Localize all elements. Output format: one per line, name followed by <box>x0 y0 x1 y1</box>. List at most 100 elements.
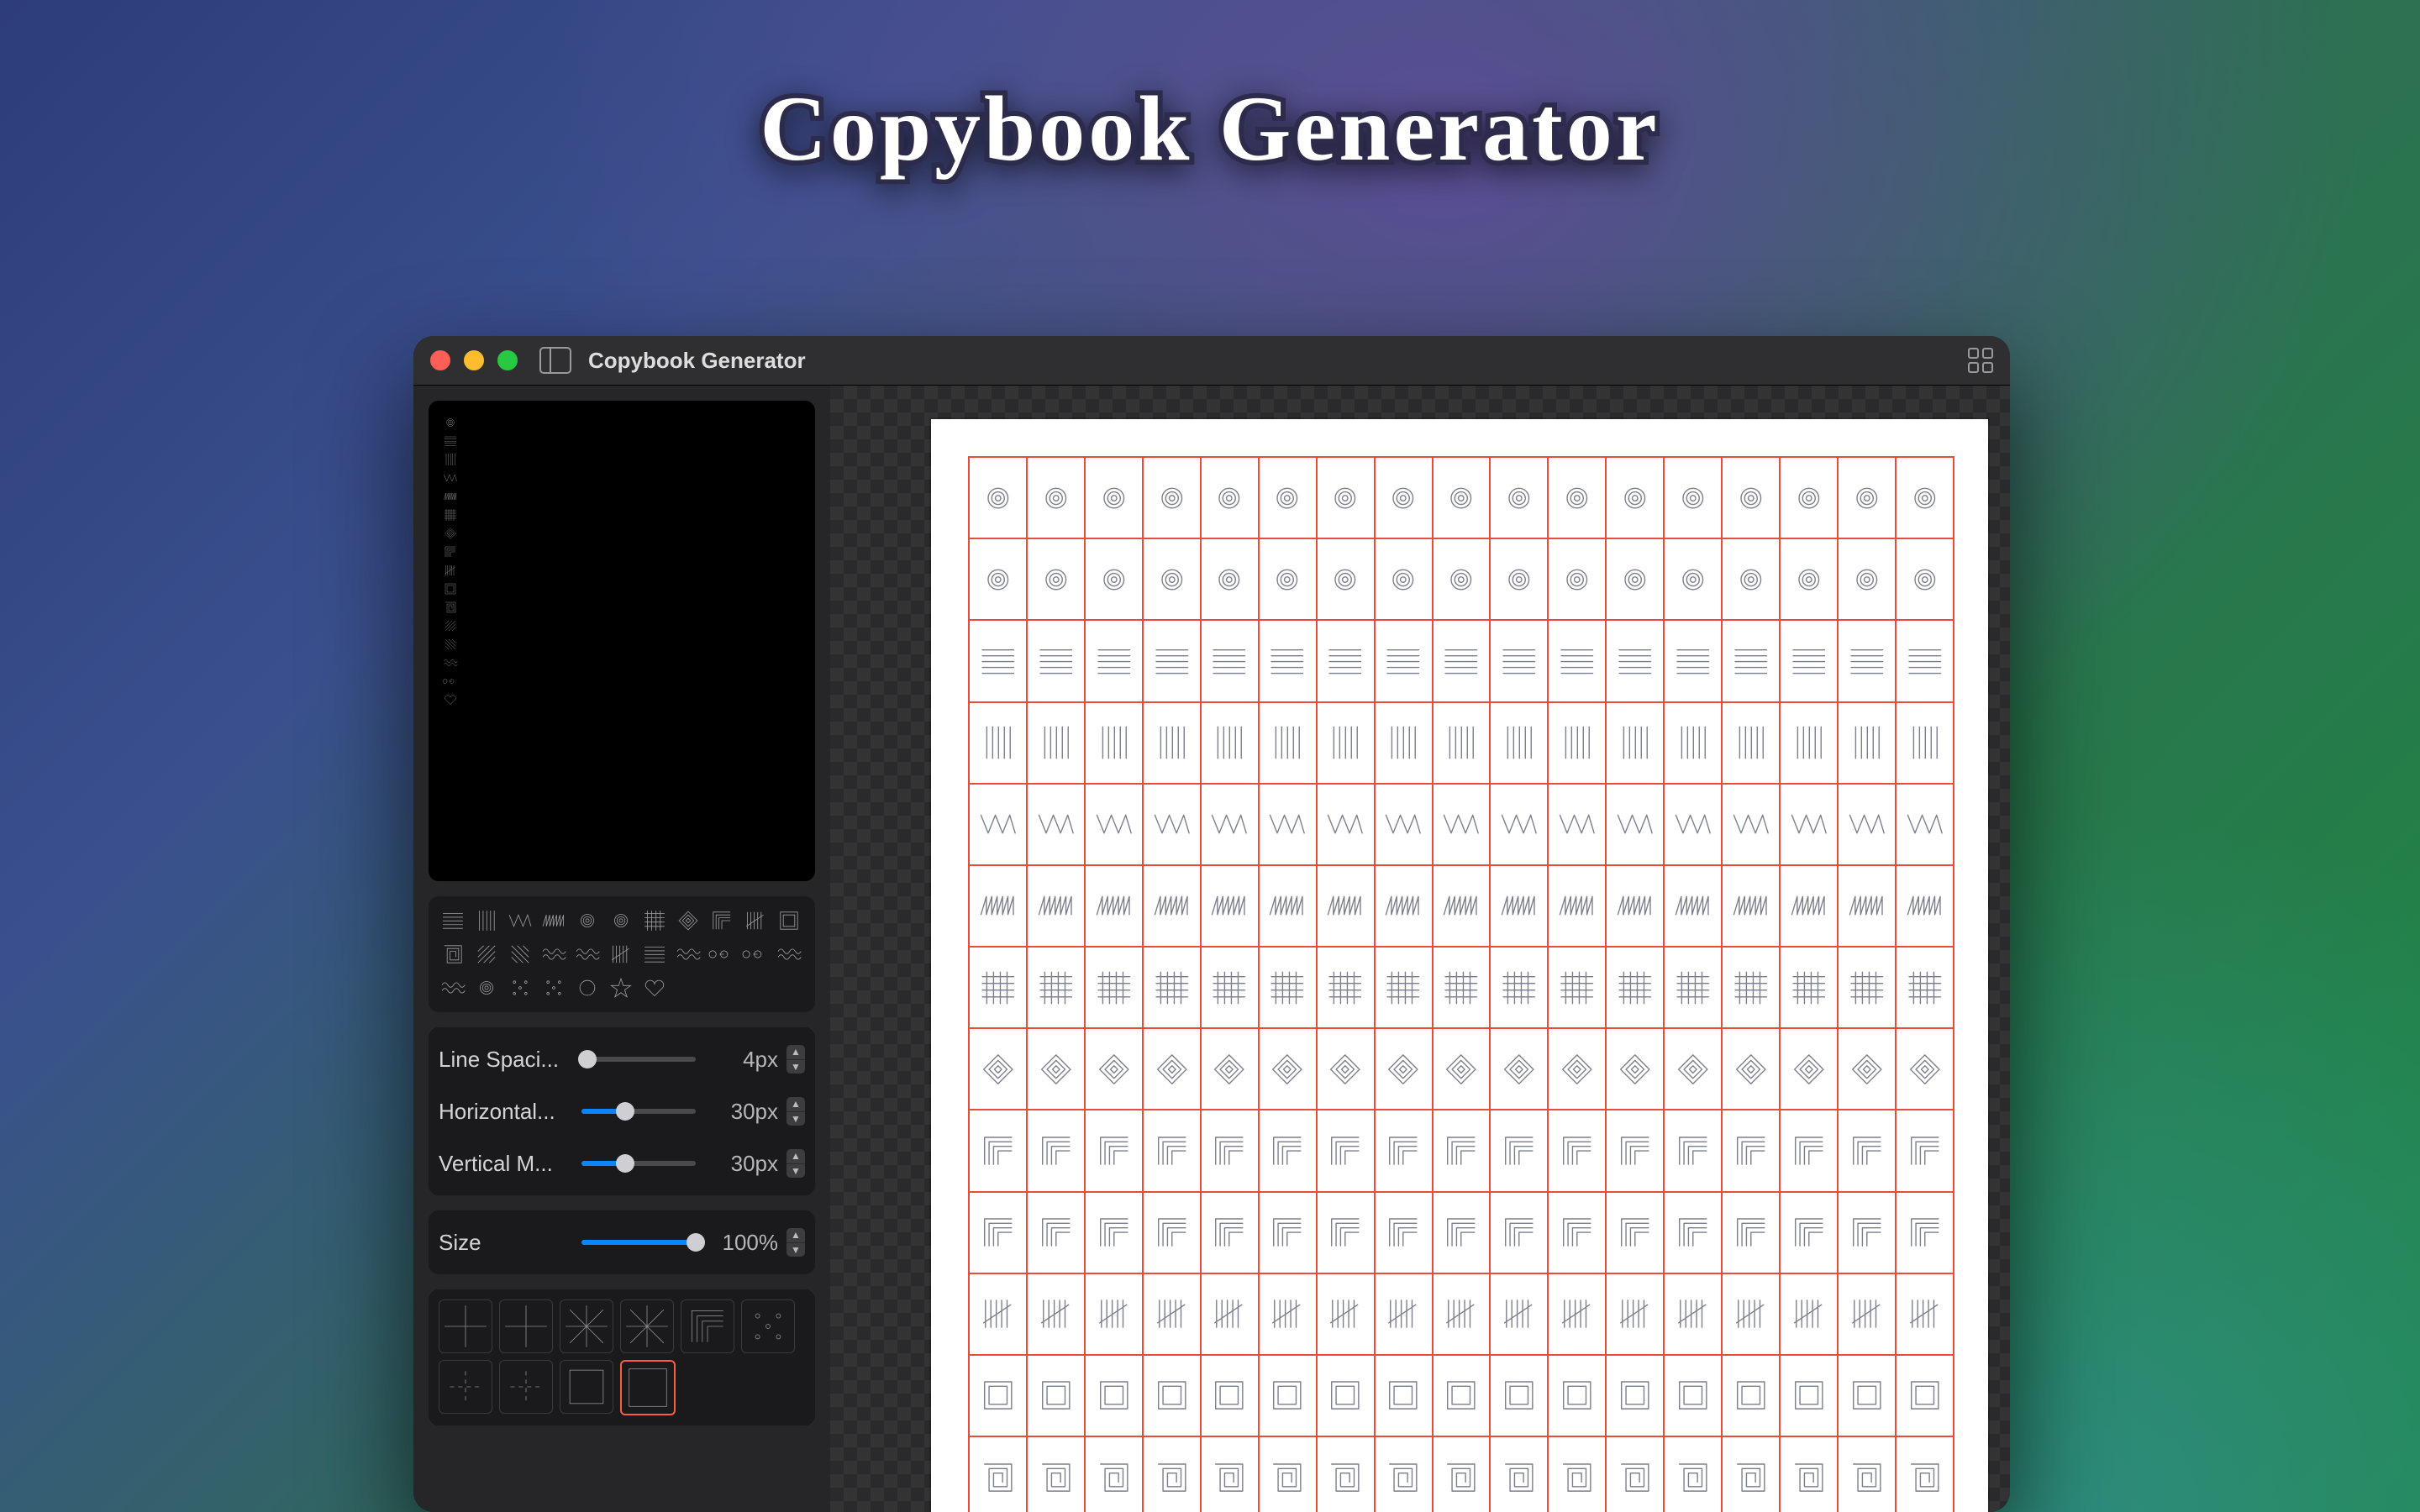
worksheet-cell <box>1895 539 1953 619</box>
worksheet-cell <box>1489 866 1547 946</box>
worksheet-cell <box>1432 1029 1490 1109</box>
worksheet-cell <box>970 458 1026 538</box>
horizontal-margin-stepper[interactable]: ▲▼ <box>786 1097 805 1126</box>
palette-stroke-corners[interactable] <box>708 906 736 935</box>
palette-stroke-hlines[interactable] <box>439 906 467 935</box>
preview-stroke-waves <box>442 654 459 671</box>
worksheet-cell <box>1895 866 1953 946</box>
line-spacing-slider[interactable] <box>581 1057 696 1062</box>
zoom-window-button[interactable] <box>497 350 518 370</box>
worksheet-cell <box>1258 458 1316 538</box>
worksheet-cell <box>1026 866 1084 946</box>
worksheet-cell <box>1895 1193 1953 1273</box>
worksheet-cell <box>1084 539 1142 619</box>
worksheet-cell <box>1721 948 1779 1027</box>
grid-style-dashed[interactable] <box>499 1360 553 1414</box>
horizontal-margin-slider[interactable] <box>581 1109 696 1114</box>
worksheet-cell <box>970 1029 1026 1109</box>
size-stepper[interactable]: ▲▼ <box>786 1228 805 1257</box>
worksheet-cell <box>1721 785 1779 864</box>
grid-style-cross[interactable] <box>499 1299 553 1353</box>
palette-stroke-star[interactable] <box>607 974 635 1002</box>
worksheet-cell <box>1837 1274 1895 1354</box>
palette-stroke-waves[interactable] <box>573 940 602 969</box>
worksheet-cell <box>1663 1193 1721 1273</box>
vertical-margin-stepper[interactable]: ▲▼ <box>786 1149 805 1178</box>
close-window-button[interactable] <box>430 350 450 370</box>
palette-stroke-waves[interactable] <box>775 940 803 969</box>
worksheet-cell <box>1374 866 1432 946</box>
grid-style-blank[interactable] <box>560 1360 613 1414</box>
horizontal-margin-row: Horizontal...30px▲▼ <box>439 1089 805 1133</box>
palette-stroke-zigzag[interactable] <box>506 906 534 935</box>
palette-stroke-link[interactable] <box>708 940 736 969</box>
worksheet-cell <box>970 1437 1026 1512</box>
line-spacing-label: Line Spaci... <box>439 1047 573 1073</box>
palette-stroke-waves[interactable] <box>439 974 467 1002</box>
grid-style-corners[interactable] <box>681 1299 734 1353</box>
palette-stroke-vlines[interactable] <box>472 906 501 935</box>
preview-stroke-vlines <box>442 451 459 468</box>
palette-stroke-link[interactable] <box>741 940 770 969</box>
worksheet-cell <box>970 1356 1026 1436</box>
vertical-margin-label: Vertical M... <box>439 1151 573 1177</box>
palette-stroke-dots[interactable] <box>506 974 534 1002</box>
palette-stroke-dots[interactable] <box>539 974 568 1002</box>
worksheet-cell <box>1779 1274 1837 1354</box>
worksheet-cell <box>1084 1274 1142 1354</box>
palette-stroke-heart[interactable] <box>640 974 669 1002</box>
worksheet-cell <box>1721 539 1779 619</box>
vertical-margin-slider[interactable] <box>581 1161 696 1166</box>
grid-view-icon[interactable] <box>1968 348 1993 373</box>
palette-stroke-waves[interactable] <box>539 940 568 969</box>
worksheet-cell <box>1895 703 1953 783</box>
canvas-area[interactable] <box>830 386 2010 1512</box>
grid-style-dashed[interactable] <box>439 1360 492 1414</box>
worksheet-cell <box>1316 1110 1374 1190</box>
size-slider[interactable] <box>581 1240 696 1245</box>
worksheet-cell <box>1663 621 1721 701</box>
grid-style-solid[interactable] <box>620 1360 676 1415</box>
worksheet-cell <box>1837 621 1895 701</box>
worksheet-cell <box>1663 458 1721 538</box>
worksheet-cell <box>1547 866 1605 946</box>
worksheet-cell <box>1489 458 1547 538</box>
worksheet-cell <box>1026 1356 1084 1436</box>
worksheet-cell <box>1895 1110 1953 1190</box>
worksheet-cell <box>1142 1437 1200 1512</box>
palette-stroke-square[interactable] <box>775 906 803 935</box>
palette-stroke-crosshatch[interactable] <box>640 906 669 935</box>
palette-stroke-hatch-left[interactable] <box>472 940 501 969</box>
worksheet-cell <box>1489 621 1547 701</box>
worksheet-cell <box>1721 866 1779 946</box>
palette-stroke-hlines[interactable] <box>640 940 669 969</box>
minimize-window-button[interactable] <box>464 350 484 370</box>
worksheet-cell <box>1142 1029 1200 1109</box>
palette-stroke-spiral-square[interactable] <box>439 940 467 969</box>
worksheet-cell <box>1489 1356 1547 1436</box>
worksheet-cell <box>1258 1029 1316 1109</box>
palette-stroke-tallies[interactable] <box>741 906 770 935</box>
grid-style-dots[interactable] <box>741 1299 795 1353</box>
worksheet-cell <box>1084 1356 1142 1436</box>
grid-style-spokes[interactable] <box>560 1299 613 1353</box>
preview-stroke-hlines <box>442 433 459 449</box>
palette-stroke-waves[interactable] <box>674 940 702 969</box>
palette-stroke-spiral[interactable] <box>573 906 602 935</box>
worksheet-cell <box>1432 948 1490 1027</box>
sidebar-toggle-icon[interactable] <box>539 347 571 374</box>
palette-stroke-spiral[interactable] <box>607 906 635 935</box>
palette-stroke-tallies[interactable] <box>607 940 635 969</box>
grid-style-cross[interactable] <box>439 1299 492 1353</box>
worksheet-cell <box>1837 458 1895 538</box>
preview-stroke-hatch-left <box>442 617 459 634</box>
palette-stroke-circle[interactable] <box>573 974 602 1002</box>
palette-stroke-spiral[interactable] <box>472 974 501 1002</box>
line-spacing-stepper[interactable]: ▲▼ <box>786 1045 805 1074</box>
palette-stroke-sawtooth[interactable] <box>539 906 568 935</box>
worksheet-cell <box>1258 1356 1316 1436</box>
palette-stroke-hatch-right[interactable] <box>506 940 534 969</box>
palette-stroke-diamond[interactable] <box>674 906 702 935</box>
worksheet-cell <box>1721 1274 1779 1354</box>
grid-style-spokes[interactable] <box>620 1299 674 1353</box>
